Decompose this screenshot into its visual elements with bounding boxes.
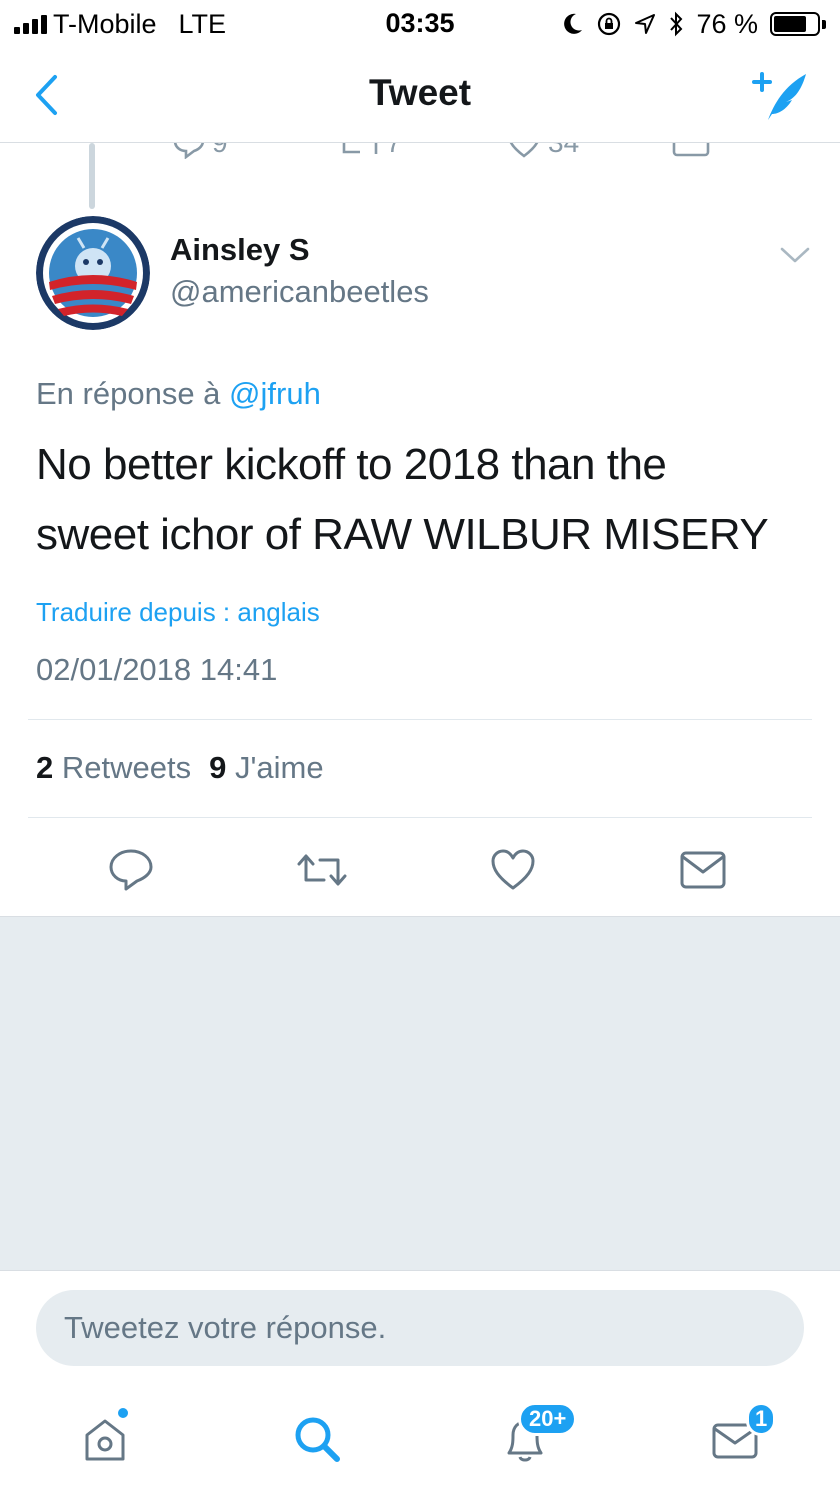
like-count: 9 [209, 750, 227, 785]
tweet-action-bar [0, 840, 840, 900]
battery-icon [770, 12, 826, 36]
likes-stat[interactable]: 9 J'aime [209, 750, 324, 786]
retweet-count: 2 [36, 750, 54, 785]
avatar-logo-icon [36, 216, 150, 330]
tweet-timestamp: 02/01/2018 14:41 [36, 652, 278, 687]
moon-icon [564, 13, 583, 34]
reply-prefix: En réponse à [36, 376, 221, 411]
compose-tweet-icon [752, 72, 806, 120]
author-handle[interactable]: @americanbeetles [170, 274, 429, 310]
tab-bar: 20+ 1 [0, 1380, 840, 1494]
previous-reply-action[interactable]: 9 [172, 143, 228, 159]
location-icon [635, 14, 656, 34]
chevron-down-icon [780, 247, 810, 263]
like-button[interactable] [487, 844, 539, 896]
previous-retweet-action[interactable]: 7 [340, 143, 402, 159]
tweet-text-line: No better kickoff to 2018 than the [36, 440, 667, 489]
envelope-icon [672, 143, 710, 157]
search-icon [295, 1417, 340, 1462]
tab-search[interactable] [282, 1404, 352, 1474]
previous-retweet-count: 7 [386, 143, 402, 159]
author-name[interactable]: Ainsley S [170, 232, 310, 268]
bluetooth-icon [670, 11, 683, 37]
tab-home[interactable] [70, 1404, 140, 1474]
reply-mention-link[interactable]: @jfruh [229, 376, 321, 411]
previous-tweet-actions: 9 7 34 [0, 143, 840, 173]
direct-message-button[interactable] [677, 844, 729, 896]
tweet-stats: 2 Retweets 9 J'aime [36, 750, 324, 786]
status-bar: T-Mobile LTE 03:35 76 % [0, 0, 840, 48]
previous-reply-count: 9 [212, 143, 228, 159]
reply-button[interactable] [105, 844, 157, 896]
messages-badge: 1 [746, 1402, 777, 1436]
nav-bar: Tweet [0, 48, 840, 143]
status-right: 76 % [562, 8, 826, 40]
reply-input[interactable]: Tweetez votre réponse. [36, 1290, 804, 1366]
tweet-options-button[interactable] [778, 240, 812, 270]
tweet-text-line: sweet ichor of RAW WILBUR MISERY [36, 510, 769, 559]
thread-line [89, 143, 95, 209]
page-title: Tweet [368, 72, 472, 113]
reply-context: En réponse à @jfruh [36, 376, 321, 412]
compose-button[interactable] [748, 64, 812, 124]
reply-icon [173, 143, 205, 159]
translate-link[interactable]: Traduire depuis : anglais [36, 597, 320, 628]
orientation-lock-icon [598, 12, 621, 36]
tweet-text: No better kickoff to 2018 than the sweet… [36, 430, 826, 570]
retweet-button[interactable] [296, 844, 348, 896]
retweet-icon [342, 143, 378, 154]
tab-messages[interactable]: 1 [700, 1402, 777, 1474]
replies-area [0, 916, 840, 1271]
avatar[interactable] [36, 216, 150, 330]
previous-like-count: 34 [548, 143, 579, 159]
previous-like-action[interactable]: 34 [506, 143, 579, 159]
tab-notifications[interactable]: 20+ [490, 1402, 578, 1474]
retweets-stat[interactable]: 2 Retweets [36, 750, 191, 786]
divider [28, 719, 812, 720]
retweet-label: Retweets [61, 750, 192, 785]
envelope-icon [680, 851, 726, 889]
like-label: J'aime [234, 750, 324, 785]
notifications-badge: 20+ [518, 1402, 578, 1436]
heart-icon [491, 849, 535, 890]
home-icon [85, 1419, 125, 1461]
battery-percent: 76 % [696, 8, 758, 39]
home-new-dot [116, 1406, 130, 1420]
divider [28, 817, 812, 818]
previous-message-action[interactable] [672, 143, 710, 157]
retweet-icon [297, 854, 347, 886]
reply-icon [109, 849, 153, 891]
heart-icon [509, 143, 539, 158]
